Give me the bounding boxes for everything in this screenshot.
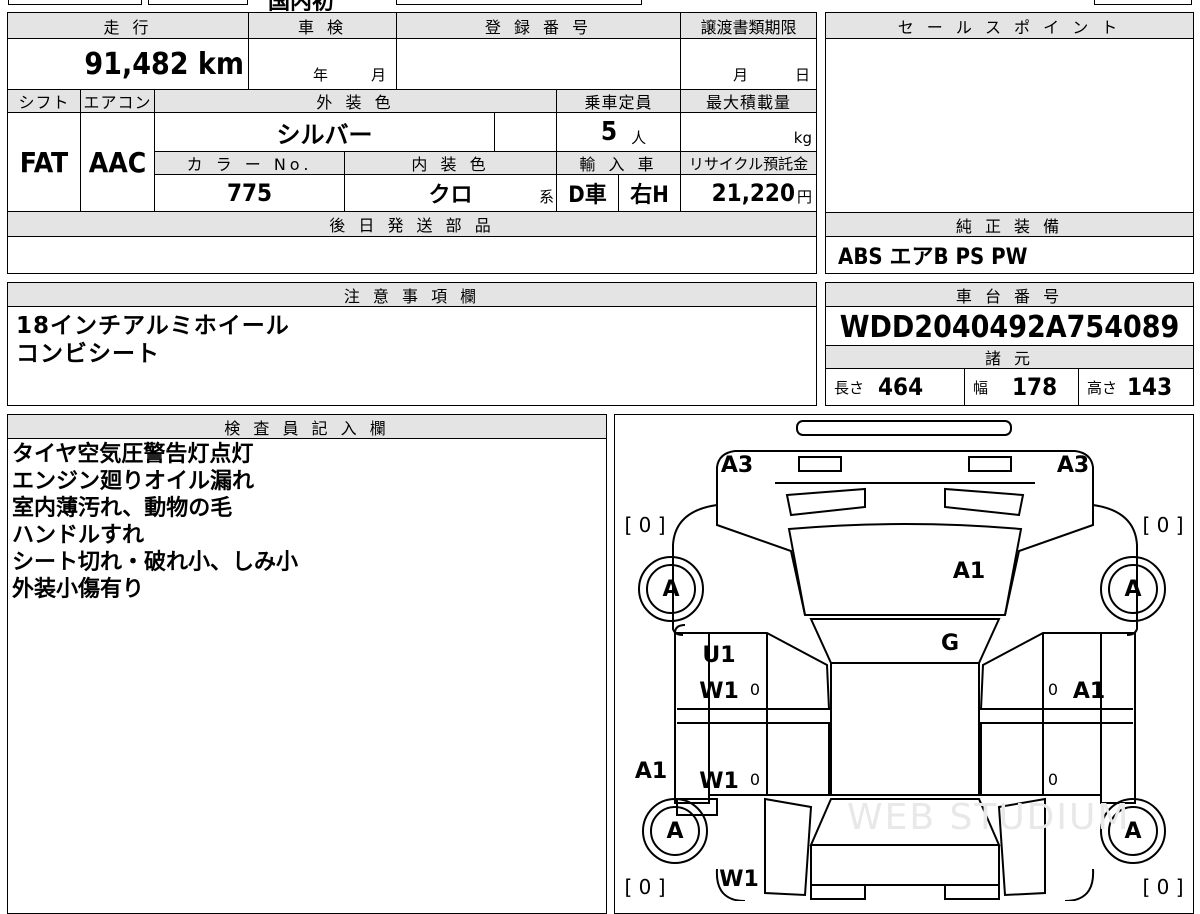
zero-front-left: 0 [749,679,761,699]
bracket-rear-right: [ 0 ] [1142,875,1184,899]
code-front-door-left-1: U1 [702,642,736,668]
damage-diagram: WEB STUDIUM A3 A3 [ 0 ] [ 0 ] A1 G A A U… [614,414,1194,914]
max-load-unit: kg [793,129,812,147]
inspector-header: 検 査 員 記 入 欄 [8,415,606,439]
import-drive: D車 [556,175,618,211]
shift-header: シフト [8,89,80,113]
inspector-box: 検 査 員 記 入 欄 タイヤ空気圧警告灯点灯 エンジン廻りオイル漏れ 室内薄汚… [7,414,607,914]
aircon-value: AAC [80,113,154,211]
chassis-number: WDD2040492A754089 [839,309,1180,345]
later-parts-value [8,237,816,273]
mileage-header: 走 行 [8,13,248,39]
later-parts-header: 後 日 発 送 部 品 [8,211,816,237]
code-tire-rr: A [1124,818,1142,844]
sales-point-box: セ ー ル ス ポ イ ン ト [825,12,1194,214]
transfer-deadline-value: 月 日 [680,39,816,89]
capacity-unit: 人 [631,128,647,147]
max-load-value: kg [680,113,816,151]
bracket-front-right: [ 0 ] [1142,513,1184,537]
import-handle: 右H [618,175,680,211]
top-strip: 国内初 [0,0,1200,15]
inspection-header: 車 検 [248,13,396,39]
color-no-value: 775 [154,175,344,211]
inspector-line-3: 室内薄汚れ、動物の毛 [12,496,233,521]
inspector-line-2: エンジン廻りオイル漏れ [12,469,255,494]
capacity-value: 5 人 [556,113,680,151]
spec-length: 長さ 464 [826,369,964,405]
max-load-header: 最大積載量 [680,89,816,113]
interior-color-header: 内 装 色 [344,151,556,175]
equipment-box: 純 正 装 備 ABS エアB PS PW [825,212,1194,274]
spec-width: 幅 178 [964,369,1078,405]
registration-value [396,39,680,89]
zero-front-right: 0 [1047,679,1059,699]
recycle-header: リサイクル預託金 [680,151,816,175]
spec-height-value: 143 [1127,373,1173,401]
recycle-unit: 円 [796,187,812,206]
notes-line-2: コンビシート [16,341,160,367]
spec-width-label: 幅 [973,378,989,397]
interior-color-text: クロ [428,183,473,208]
inspector-line-4: ハンドルすれ [12,523,145,548]
bracket-front-left: [ 0 ] [624,513,666,537]
code-rear-quarter-left: W1 [719,866,759,892]
code-front-door-left-2: W1 [699,678,739,704]
code-front-door-right: A1 [1072,678,1106,704]
spec-width-value: 178 [1012,373,1058,401]
transfer-deadline-header: 譲渡書類期限 [680,13,816,39]
aircon-header: エアコン [80,89,154,113]
code-tire-fl: A [662,576,680,602]
exterior-color-header: 外 装 色 [154,89,556,113]
sales-point-value [826,39,1193,213]
spec-length-value: 464 [878,373,924,401]
spec-height: 高さ 143 [1078,369,1193,405]
deadline-month-label: 月 [733,66,749,84]
code-front-left: A3 [720,452,754,478]
bracket-rear-left: [ 0 ] [624,875,666,899]
deadline-day-label: 日 [795,66,811,84]
vehicle-info-grid: 走 行 車 検 登 録 番 号 譲渡書類期限 91,482 km 年 月 月 日… [7,12,817,274]
inspection-month-label: 月 [371,66,387,84]
zero-rear-left: 0 [749,769,761,789]
spec-length-label: 長さ [834,378,865,397]
code-front-right: A3 [1056,452,1090,478]
chassis-header: 車 台 番 号 [826,283,1193,307]
code-tire-fr: A [1124,576,1142,602]
inspector-line-1: タイヤ空気圧警告灯点灯 [12,442,254,467]
specs-header: 諸 元 [826,345,1193,369]
capacity-number: 5 [600,117,618,147]
color-no-header: カ ラ ー No. [154,151,344,175]
notes-line-1: 18インチアルミホイール [16,313,290,339]
inspector-line-6: 外装小傷有り [12,577,145,602]
mileage-value: 91,482 km [84,46,244,82]
shift-value: FAT [19,145,69,179]
inspection-year-label: 年 [313,66,329,84]
recycle-value: 21,220 円 [680,175,816,211]
import-header: 輸 入 車 [556,151,680,175]
inspector-line-5: シート切れ・破れ小、しみ小 [12,550,299,575]
equipment-header: 純 正 装 備 [826,213,1193,237]
code-windshield: G [940,630,960,656]
recycle-amount: 21,220 [711,179,795,207]
notes-header: 注 意 事 項 欄 [8,283,816,307]
spec-height-label: 高さ [1087,378,1118,397]
chassis-box: 車 台 番 号 WDD2040492A754089 諸 元 長さ 464 幅 1… [825,282,1194,406]
registration-header: 登 録 番 号 [396,13,680,39]
sales-point-header: セ ー ル ス ポ イ ン ト [826,13,1193,39]
code-hood: A1 [952,558,986,584]
interior-color-value: クロ 系 [344,175,556,211]
exterior-color-extra [494,113,556,151]
interior-color-suffix: 系 [538,188,554,206]
equipment-value: ABS エアB PS PW [838,245,1028,270]
notes-box: 注 意 事 項 欄 18インチアルミホイール コンビシート [7,282,817,406]
inspection-value: 年 月 [248,39,396,89]
zero-rear-right: 0 [1047,769,1059,789]
exterior-color-value: シルバー [154,113,494,151]
diagram-watermark: WEB STUDIUM [847,797,1131,838]
capacity-header: 乗車定員 [556,89,680,113]
code-rear-door-left: W1 [699,768,739,794]
code-tire-rl: A [666,818,684,844]
code-fender-left: A1 [634,758,668,784]
